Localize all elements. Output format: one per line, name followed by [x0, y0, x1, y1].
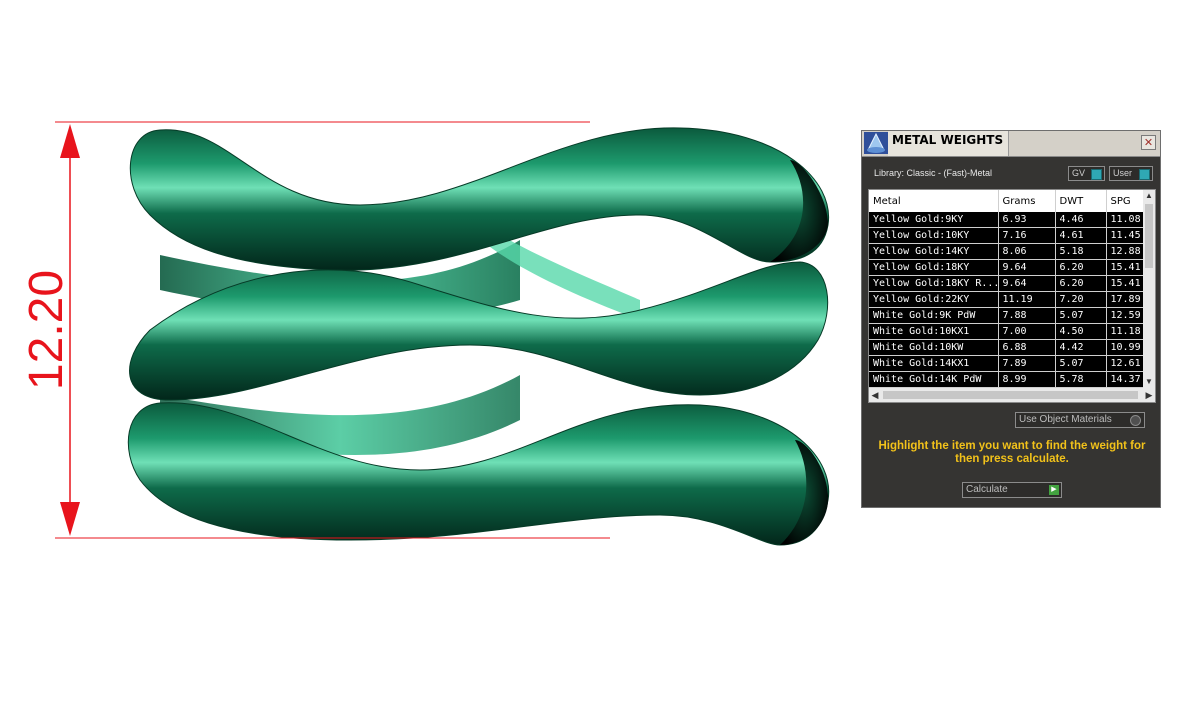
- use-object-materials-toggle[interactable]: Use Object Materials: [1015, 412, 1145, 428]
- table-cell: Yellow Gold:18KY: [869, 259, 999, 276]
- table-cell: 5.18: [1055, 243, 1107, 260]
- scroll-left-icon[interactable]: ◀: [869, 388, 881, 402]
- table-row[interactable]: Yellow Gold:18KY R... 9.64 6.20 15.41: [869, 275, 1144, 292]
- table-row[interactable]: Yellow Gold:22KY 11.19 7.20 17.89: [869, 291, 1144, 308]
- table-cell: 15.41: [1106, 259, 1144, 276]
- table-cell: White Gold:10KX1: [869, 323, 999, 340]
- hscroll-thumb[interactable]: [883, 391, 1138, 399]
- table-cell: Yellow Gold:14KY: [869, 243, 999, 260]
- table-cell: 6.93: [998, 212, 1056, 228]
- scroll-up-icon[interactable]: ▲: [1143, 190, 1155, 202]
- table-cell: 10.99: [1106, 339, 1144, 356]
- dimension-value: 12.20: [20, 270, 73, 390]
- table-row[interactable]: Yellow Gold:18KY 9.64 6.20 15.41: [869, 259, 1144, 276]
- table-cell: 5.78: [1055, 371, 1107, 388]
- gv-toggle-label: GV: [1072, 168, 1086, 178]
- table-cell: 8.99: [998, 371, 1056, 388]
- table-row[interactable]: Yellow Gold:9KY 6.93 4.46 11.08: [869, 212, 1144, 228]
- table-cell: 15.41: [1106, 275, 1144, 292]
- metals-table[interactable]: Metal Grams DWT SPG Yellow Gold:9KY 6.93 4.46…: [868, 189, 1156, 403]
- vertical-scrollbar[interactable]: ▲ ▼: [1143, 190, 1155, 388]
- instruction-text: Highlight the item you want to find the …: [878, 440, 1146, 465]
- table-cell: 7.89: [998, 355, 1056, 372]
- table-cell: Yellow Gold:22KY: [869, 291, 999, 308]
- arrow-up-icon: [60, 124, 80, 158]
- table-cell: 7.88: [998, 307, 1056, 324]
- table-cell: 8.06: [998, 243, 1056, 260]
- column-header[interactable]: DWT: [1055, 190, 1107, 212]
- table-cell: 14.37: [1106, 371, 1144, 388]
- table-cell: 12.59: [1106, 307, 1144, 324]
- toggle-knob-icon: [1139, 169, 1150, 180]
- calculate-button[interactable]: Calculate ▶: [962, 482, 1062, 498]
- play-arrow-icon: ▶: [1049, 485, 1059, 495]
- table-row[interactable]: White Gold:9K PdW 7.88 5.07 12.59: [869, 307, 1144, 324]
- table-cell: 11.18: [1106, 323, 1144, 340]
- scroll-down-icon[interactable]: ▼: [1143, 376, 1155, 388]
- scroll-thumb[interactable]: [1145, 204, 1153, 268]
- table-cell: White Gold:10KW: [869, 339, 999, 356]
- table-cell: 5.07: [1055, 355, 1107, 372]
- use-object-materials-label: Use Object Materials: [1019, 414, 1112, 425]
- table-cell: 11.19: [998, 291, 1056, 308]
- table-cell: 4.46: [1055, 212, 1107, 228]
- table-cell: 12.61: [1106, 355, 1144, 372]
- table-cell: 6.20: [1055, 259, 1107, 276]
- table-cell: 11.08: [1106, 212, 1144, 228]
- table-cell: 4.61: [1055, 227, 1107, 244]
- table-row[interactable]: Yellow Gold:10KY 7.16 4.61 11.45: [869, 227, 1144, 244]
- table-cell: 5.07: [1055, 307, 1107, 324]
- radio-icon: [1130, 415, 1141, 426]
- table-cell: 9.64: [998, 259, 1056, 276]
- arrow-down-icon: [60, 502, 80, 536]
- gv-toggle[interactable]: GV: [1068, 166, 1105, 181]
- column-header[interactable]: SPG: [1106, 190, 1144, 212]
- table-cell: 4.50: [1055, 323, 1107, 340]
- column-header[interactable]: Grams: [998, 190, 1056, 212]
- 3d-viewport[interactable]: 12.20: [0, 0, 850, 711]
- table-cell: 7.00: [998, 323, 1056, 340]
- column-header[interactable]: Metal: [869, 190, 999, 212]
- user-toggle-label: User: [1113, 168, 1133, 178]
- table-cell: White Gold:14KX1: [869, 355, 999, 372]
- table-row[interactable]: White Gold:10KX1 7.00 4.50 11.18: [869, 323, 1144, 340]
- table-row[interactable]: White Gold:10KW 6.88 4.42 10.99: [869, 339, 1144, 356]
- metal-weights-panel: METAL WEIGHTS ✕ Library: Classic - (Fast…: [861, 130, 1161, 508]
- table-cell: 4.42: [1055, 339, 1107, 356]
- ring-wave-top: [129, 127, 830, 271]
- table-row[interactable]: White Gold:14K PdW 8.99 5.78 14.37: [869, 371, 1144, 388]
- table-cell: 11.45: [1106, 227, 1144, 244]
- table-cell: Yellow Gold:10KY: [869, 227, 999, 244]
- horizontal-scrollbar[interactable]: ◀ ▶: [869, 388, 1155, 402]
- table-cell: Yellow Gold:18KY R...: [869, 275, 999, 292]
- table-cell: White Gold:9K PdW: [869, 307, 999, 324]
- table-cell: 6.88: [998, 339, 1056, 356]
- panel-title: METAL WEIGHTS: [892, 133, 1004, 147]
- metals-grid: Metal Grams DWT SPG Yellow Gold:9KY 6.93 4.46…: [869, 190, 1144, 388]
- calculate-label: Calculate: [966, 484, 1008, 495]
- table-cell: 6.20: [1055, 275, 1107, 292]
- table-cell: 7.16: [998, 227, 1056, 244]
- table-header: Metal Grams DWT SPG: [869, 190, 1144, 212]
- table-cell: 7.20: [1055, 291, 1107, 308]
- scroll-right-icon[interactable]: ▶: [1143, 388, 1155, 402]
- table-cell: 9.64: [998, 275, 1056, 292]
- table-cell: 17.89: [1106, 291, 1144, 308]
- close-icon[interactable]: ✕: [1141, 135, 1156, 150]
- user-toggle[interactable]: User: [1109, 166, 1153, 181]
- table-cell: White Gold:14K PdW: [869, 371, 999, 388]
- ring-render: 12.20: [20, 121, 830, 546]
- panel-titlebar[interactable]: METAL WEIGHTS ✕: [862, 131, 1160, 157]
- table-row[interactable]: White Gold:14KX1 7.89 5.07 12.61: [869, 355, 1144, 372]
- table-cell: 12.88: [1106, 243, 1144, 260]
- toggle-knob-icon: [1091, 169, 1102, 180]
- library-label: Library: Classic - (Fast)-Metal: [874, 168, 993, 178]
- table-row[interactable]: Yellow Gold:14KY 8.06 5.18 12.88: [869, 243, 1144, 260]
- metal-weights-app-icon: [864, 132, 888, 154]
- table-cell: Yellow Gold:9KY: [869, 212, 999, 228]
